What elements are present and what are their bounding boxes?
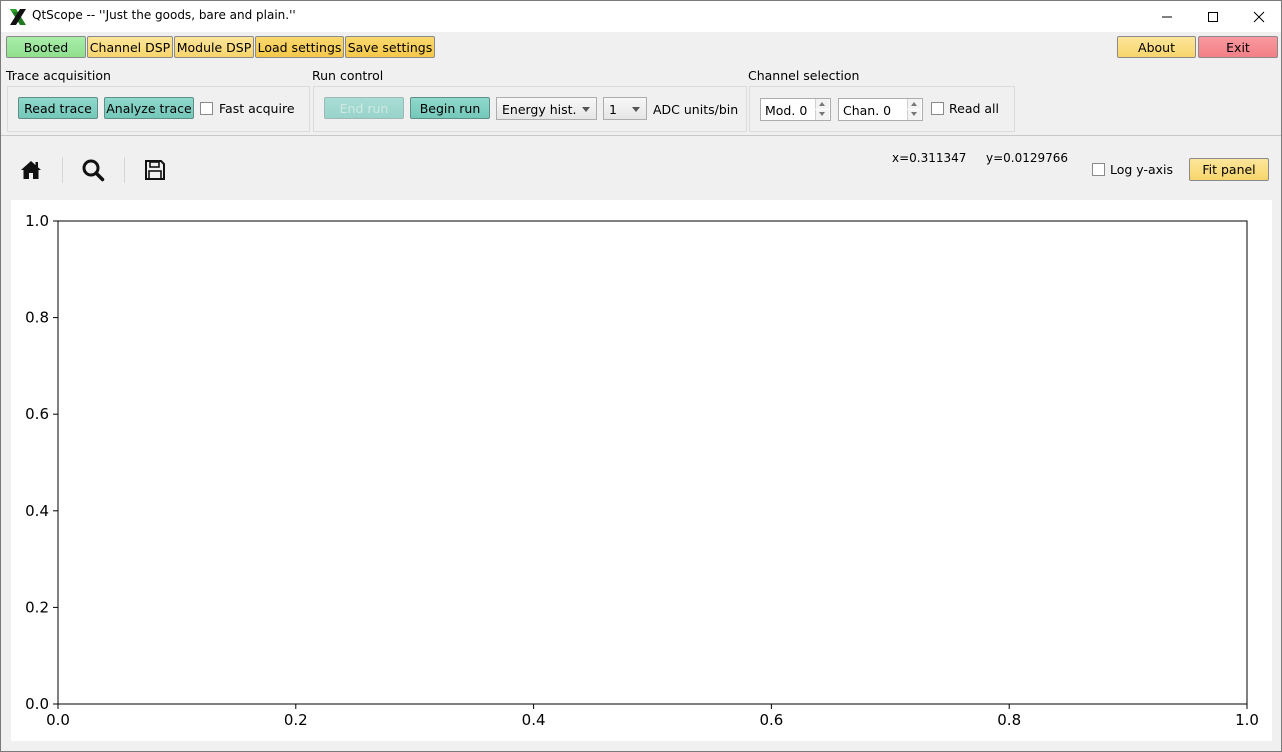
analyze-trace-button[interactable]: Analyze trace (104, 97, 194, 119)
save-icon (145, 160, 165, 180)
about-button[interactable]: About (1117, 36, 1196, 58)
spin-down-icon[interactable] (907, 110, 921, 120)
fit-panel-button[interactable]: Fit panel (1189, 158, 1269, 181)
y-tick-label: 0.2 (25, 598, 49, 616)
toolbar-divider (62, 157, 63, 183)
x-tick-label: 1.0 (1235, 711, 1259, 729)
home-icon (21, 161, 41, 179)
chevron-down-icon (582, 107, 590, 112)
x-tick-label: 0.6 (759, 711, 783, 729)
zoom-button[interactable] (75, 152, 111, 188)
channel-dsp-button[interactable]: Channel DSP (87, 36, 173, 58)
minimize-icon (1162, 16, 1172, 17)
close-window-button[interactable] (1236, 1, 1281, 32)
fast-acquire-checkbox[interactable] (200, 102, 213, 115)
run-control-label: Run control (312, 68, 384, 83)
divider (1, 135, 1281, 136)
y-tick-label: 1.0 (25, 212, 49, 230)
bin-size-select[interactable]: 1 (603, 97, 647, 120)
x-tick-label: 0.8 (997, 711, 1021, 729)
close-icon (1253, 11, 1265, 22)
run-type-value: Energy hist. (502, 102, 577, 117)
home-button[interactable] (13, 152, 49, 188)
module-value: Mod. 0 (765, 103, 808, 118)
module-spinbox[interactable]: Mod. 0 (760, 98, 831, 121)
x-tick-label: 0.2 (284, 711, 308, 729)
channel-selection-label: Channel selection (748, 68, 860, 83)
y-tick-label: 0.4 (25, 502, 49, 520)
toolbar-divider (124, 157, 125, 183)
read-all-label: Read all (949, 101, 999, 116)
log-y-label: Log y-axis (1110, 162, 1174, 177)
window-title: QtScope -- ''Just the goods, bare and pl… (32, 8, 296, 22)
spin-up-icon[interactable] (907, 99, 921, 109)
booted-button[interactable]: Booted (6, 36, 86, 58)
app-window: QtScope -- ''Just the goods, bare and pl… (0, 0, 1282, 752)
y-coordinate-readout: y=0.0129766 (986, 151, 1069, 165)
x-tick-label: 0.0 (46, 711, 70, 729)
y-tick-label: 0.0 (25, 695, 49, 713)
exit-button[interactable]: Exit (1198, 36, 1278, 58)
channel-spinbox[interactable]: Chan. 0 (838, 98, 923, 121)
save-settings-button[interactable]: Save settings (345, 36, 435, 58)
maximize-icon (1208, 11, 1218, 22)
y-tick-label: 0.8 (25, 309, 49, 327)
chevron-down-icon (632, 107, 640, 112)
spin-down-icon[interactable] (815, 110, 829, 120)
trace-acquisition-label: Trace acquisition (6, 68, 111, 83)
minimize-button[interactable] (1144, 1, 1190, 32)
x-coordinate-readout: x=0.311347 (892, 151, 967, 165)
log-y-checkbox[interactable] (1092, 163, 1105, 176)
load-settings-button[interactable]: Load settings (255, 36, 344, 58)
maximize-button[interactable] (1190, 1, 1236, 32)
zoom-icon (82, 159, 105, 182)
title-bar: QtScope -- ''Just the goods, bare and pl… (1, 1, 1281, 32)
run-type-select[interactable]: Energy hist. (496, 97, 597, 120)
end-run-button[interactable]: End run (324, 97, 404, 119)
read-trace-button[interactable]: Read trace (18, 97, 98, 119)
x-tick-label: 0.4 (522, 711, 546, 729)
axes-frame (57, 220, 1248, 705)
save-figure-button[interactable] (137, 152, 173, 188)
app-logo-icon (10, 9, 26, 25)
bin-units-label: ADC units/bin (653, 102, 739, 117)
plot-area: 0.0 0.2 0.4 0.6 0.8 1.0 0.0 0.2 0.4 0.6 0.8 1.0 (25, 212, 1259, 729)
y-tick-label: 0.6 (25, 405, 49, 423)
plot-canvas[interactable]: 0.0 0.2 0.4 0.6 0.8 1.0 0.0 0.2 0.4 0.6 0.8 1.0 (11, 200, 1272, 741)
spin-up-icon[interactable] (815, 99, 829, 109)
module-dsp-button[interactable]: Module DSP (174, 36, 254, 58)
fast-acquire-label: Fast acquire (219, 101, 295, 116)
begin-run-button[interactable]: Begin run (410, 97, 490, 119)
read-all-checkbox[interactable] (931, 102, 944, 115)
channel-value: Chan. 0 (843, 103, 892, 118)
bin-size-value: 1 (609, 102, 617, 117)
